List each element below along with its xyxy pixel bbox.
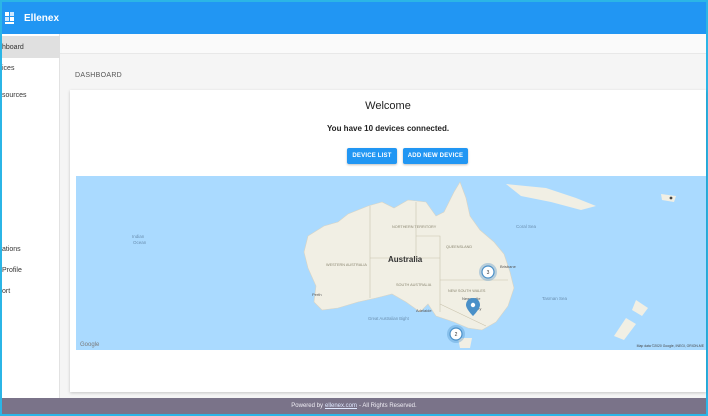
map-canvas: Indian Ocean Coral Sea Tasman Sea Great …: [80, 181, 705, 348]
label-australia: Australia: [388, 255, 423, 264]
device-map[interactable]: Indian Ocean Coral Sea Tasman Sea Great …: [76, 176, 706, 350]
add-new-device-button[interactable]: ADD NEW DEVICE: [403, 148, 468, 164]
sidebar-item-resources[interactable]: sources: [2, 84, 60, 106]
sidebar-item-devices[interactable]: ices: [2, 57, 60, 79]
label-sa: SOUTH AUSTRALIA: [396, 283, 432, 287]
sidebar-item-label: hboard: [2, 43, 24, 51]
sidebar-item-label: ices: [2, 64, 15, 72]
sidebar-item-notifications[interactable]: ations: [2, 238, 60, 260]
label-adelaide: Adelaide: [416, 308, 432, 313]
cluster-marker[interactable]: 2: [447, 325, 465, 343]
app-title: Ellenex: [24, 12, 60, 24]
map-dot-icon: [669, 196, 673, 200]
label-bight: Great Australian Bight: [368, 316, 410, 321]
sidebar-item-label: ort: [2, 287, 11, 295]
devices-connected-text: You have 10 devices connected.: [326, 124, 450, 133]
label-nt: NORTHERN TERRITORY: [392, 225, 437, 229]
label-nsw: NEW SOUTH WALES: [448, 289, 486, 293]
cluster-count: 3: [487, 270, 490, 276]
main-content: DASHBOARD Welcome You have 10 devices co…: [60, 34, 706, 398]
sidebar-item-label: ations: [2, 245, 21, 253]
welcome-heading: Welcome: [365, 100, 411, 112]
land-island: [661, 194, 676, 202]
map-attribution: Map data ©2020 Google, INEGI, ORION-ME: [637, 344, 705, 348]
sidebar-item-label: Profile: [2, 266, 22, 274]
footer-prefix: Powered by: [291, 403, 323, 409]
cluster-marker[interactable]: 3: [479, 263, 497, 281]
logo-icon: [5, 12, 14, 24]
label-tasman-sea: Tasman Sea: [542, 296, 568, 301]
dashboard-card: Welcome You have 10 devices connected. D…: [70, 90, 706, 392]
land-nz-north: [632, 300, 648, 316]
footer-suffix: - All Rights Reserved.: [359, 403, 417, 409]
top-app-bar: Ellenex: [2, 2, 706, 34]
google-logo: Google: [80, 342, 100, 348]
sidebar-item-dashboard[interactable]: hboard: [2, 36, 60, 58]
sidebar: hboard ices sources ations Profile ort: [2, 34, 60, 398]
sidebar-item-label: sources: [2, 91, 27, 99]
breadcrumb: DASHBOARD: [75, 72, 123, 79]
cluster-count: 2: [455, 332, 458, 338]
land-nz-south: [614, 318, 636, 340]
sidebar-item-support[interactable]: ort: [2, 280, 60, 302]
label-coral-sea: Coral Sea: [516, 224, 537, 229]
label-wa: WESTERN AUSTRALIA: [326, 263, 367, 267]
sidebar-item-profile[interactable]: Profile: [2, 259, 60, 281]
device-list-button[interactable]: DEVICE LIST: [347, 148, 397, 164]
content-header-strip: [60, 34, 706, 54]
label-qld: QUEENSLAND: [446, 245, 472, 249]
footer: Powered by ellenex.com - All Rights Rese…: [2, 398, 706, 414]
footer-link[interactable]: ellenex.com: [325, 403, 357, 409]
label-perth: Perth: [312, 292, 322, 297]
label-indian-ocean-2: Ocean: [133, 240, 147, 245]
label-indian-ocean: Indian: [132, 234, 145, 239]
label-brisbane: Brisbane: [500, 264, 517, 269]
land-png: [506, 184, 596, 210]
